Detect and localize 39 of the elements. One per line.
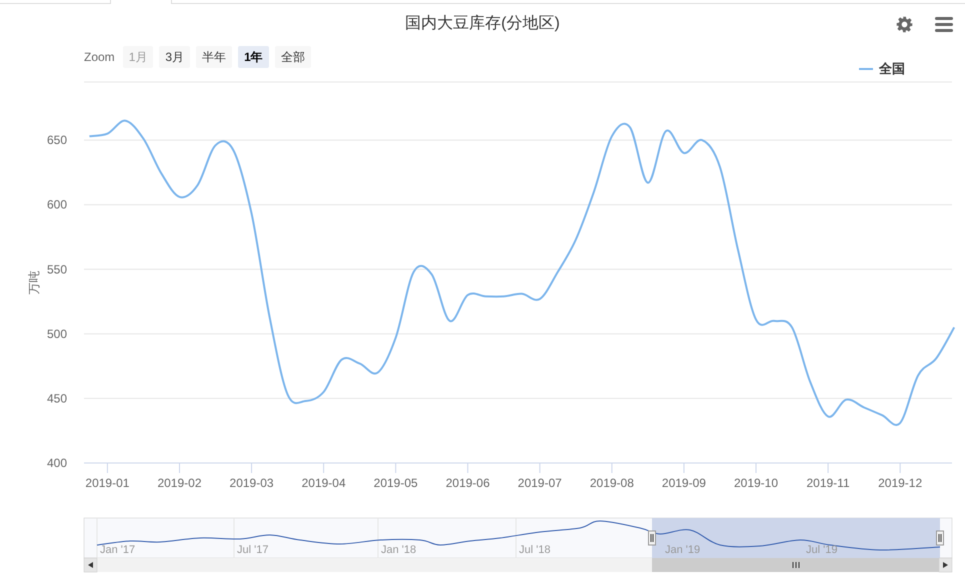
axis-title: 万吨 xyxy=(27,270,41,294)
axis-label: 2019-10 xyxy=(734,476,778,490)
range-button[interactable]: 全部 xyxy=(274,46,311,68)
axis-label: 2019-09 xyxy=(662,476,706,490)
axis-label: 2019-04 xyxy=(302,476,346,490)
navigator-label: Jul '19 xyxy=(806,544,838,556)
axis-label: 550 xyxy=(46,262,67,276)
menu-icon[interactable] xyxy=(935,17,953,32)
axis-label: 650 xyxy=(46,133,67,148)
scroll-left-button[interactable] xyxy=(84,558,98,572)
axis-label: 2019-08 xyxy=(590,476,634,490)
range-button[interactable]: 1年 xyxy=(238,46,269,68)
axis-label: 2019-11 xyxy=(806,476,850,490)
scroll-right-button[interactable] xyxy=(938,558,952,572)
range-handle[interactable] xyxy=(936,530,944,546)
scrollbar-thumb[interactable] xyxy=(652,558,939,572)
axis-label: 450 xyxy=(46,391,67,406)
zoom-label: Zoom xyxy=(84,49,115,66)
axis-label: 500 xyxy=(46,326,67,341)
navigator-label: Jul '18 xyxy=(519,544,550,556)
axis-label: 600 xyxy=(46,198,67,212)
legend-item[interactable]: 全国 xyxy=(859,60,905,78)
range-button[interactable]: 半年 xyxy=(196,46,232,68)
axis-label: 400 xyxy=(46,456,67,470)
chart-title: 国内大豆库存(分地区) xyxy=(405,14,560,34)
range-button[interactable]: 3月 xyxy=(159,46,190,68)
range-handle[interactable] xyxy=(648,530,656,546)
navigator-label: Jan '17 xyxy=(100,544,136,556)
axis-label: 2019-12 xyxy=(878,476,922,490)
axis-label: 2019-07 xyxy=(518,476,562,490)
axis-label: 2019-06 xyxy=(446,476,490,490)
settings-icon[interactable] xyxy=(896,16,913,33)
navigator-label: Jul '17 xyxy=(237,544,268,556)
axis-label: 2019-05 xyxy=(374,476,418,490)
navigator-label: Jan '18 xyxy=(381,544,416,556)
axis-label: 2019-01 xyxy=(85,476,130,490)
axis-label: 2019-02 xyxy=(157,476,202,490)
axis-label: 2019-03 xyxy=(230,476,274,490)
navigator-label: Jan '19 xyxy=(665,544,700,556)
